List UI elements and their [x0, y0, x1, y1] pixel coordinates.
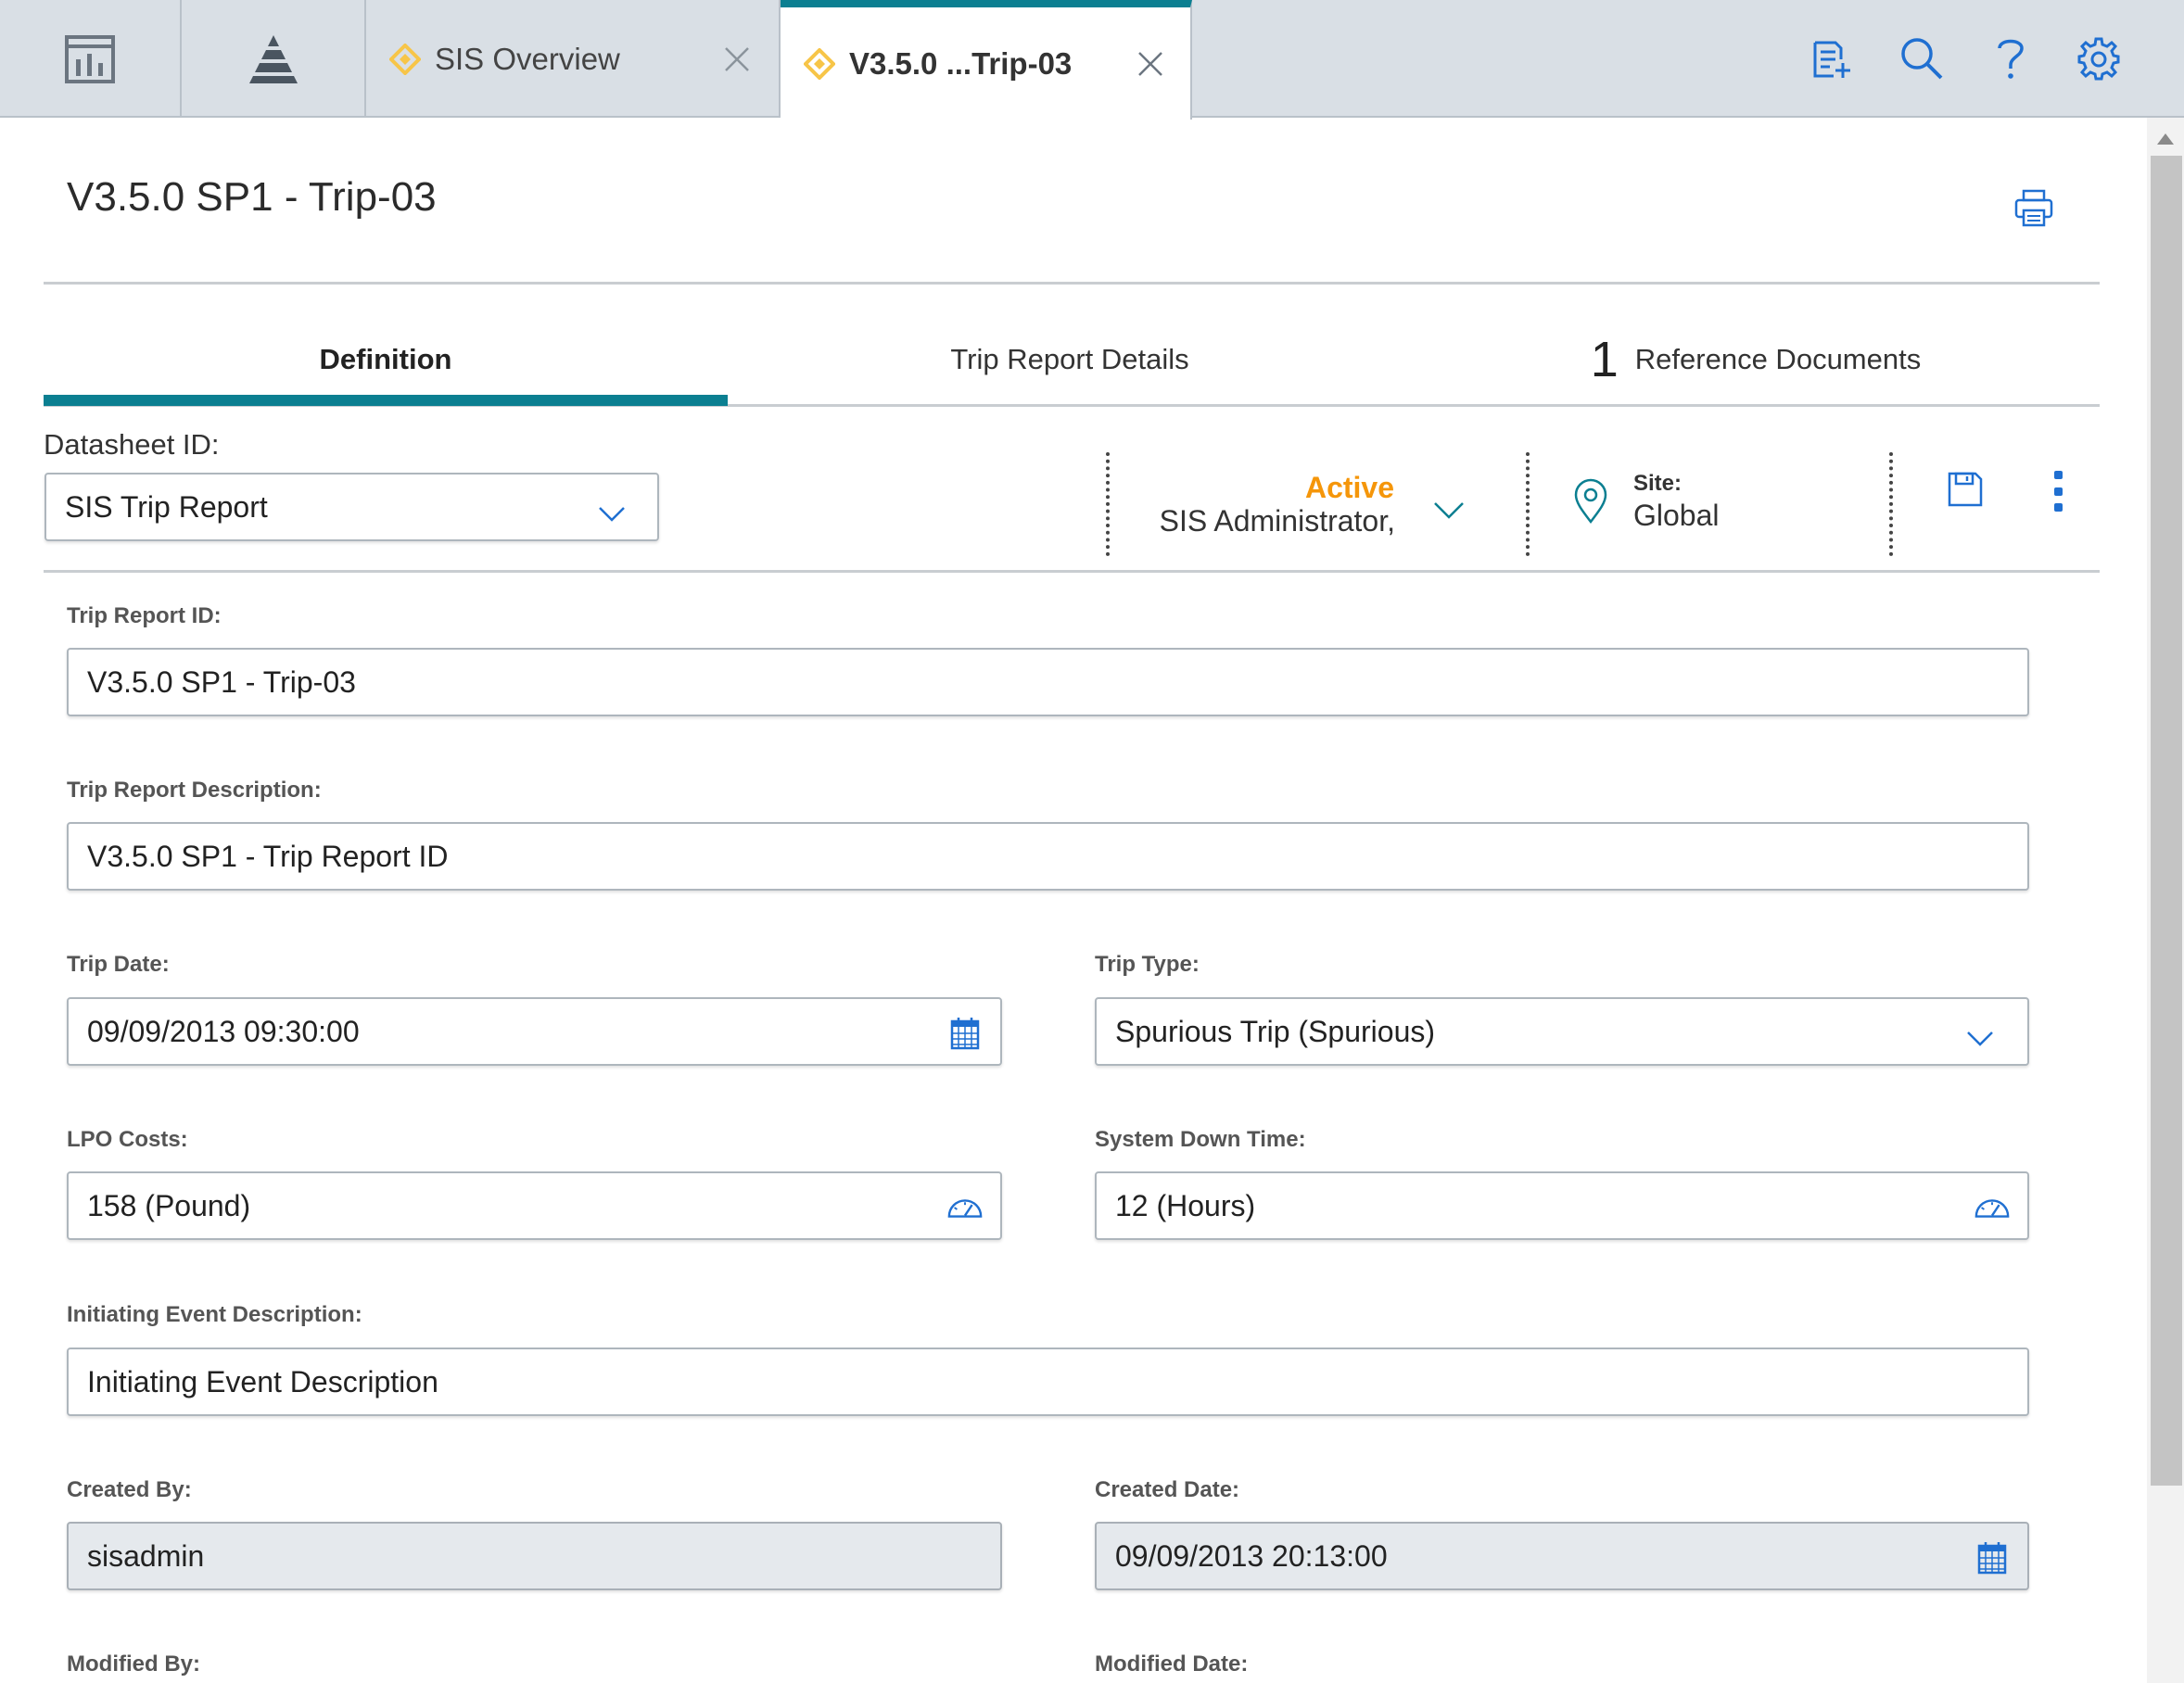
- calendar-icon: [1974, 1540, 2011, 1575]
- trip-report-id-field[interactable]: V3.5.0 SP1 - Trip-03: [67, 648, 2029, 716]
- scrollbar-thumb[interactable]: [2151, 156, 2182, 1486]
- created-by-label: Created By:: [67, 1477, 192, 1502]
- search-icon[interactable]: [1897, 33, 1947, 83]
- lpo-costs-field[interactable]: 158 (Pound): [67, 1171, 1002, 1240]
- more-options-icon[interactable]: [2051, 471, 2065, 512]
- pyramid-icon: [248, 34, 298, 83]
- save-icon[interactable]: [1947, 471, 1984, 512]
- created-date-value: 09/09/2013 20:13:00: [1115, 1538, 1388, 1573]
- close-icon[interactable]: [721, 44, 753, 75]
- initiating-event-description-field[interactable]: Initiating Event Description: [67, 1348, 2029, 1416]
- scroll-up-arrow-icon[interactable]: [2152, 130, 2178, 148]
- tab-label: V3.5.0 ...Trip-03: [849, 45, 1073, 81]
- state-user: SIS Administrator,: [1159, 504, 1395, 538]
- settings-icon[interactable]: [2074, 33, 2124, 83]
- modified-by-label: Modified By:: [67, 1651, 200, 1677]
- system-down-time-field[interactable]: 12 (Hours): [1095, 1171, 2029, 1240]
- gauge-icon[interactable]: [946, 1190, 984, 1225]
- state-status: Active: [1304, 471, 1394, 504]
- diamond-icon: [388, 43, 422, 76]
- trip-report-description-label: Trip Report Description:: [67, 778, 322, 803]
- trip-type-select[interactable]: Spurious Trip (Spurious): [1095, 997, 2029, 1066]
- pyramid-button[interactable]: [182, 0, 366, 118]
- trip-report-description-field[interactable]: V3.5.0 SP1 - Trip Report ID: [67, 822, 2029, 891]
- help-icon[interactable]: [1986, 33, 2036, 83]
- trip-type-value: Spurious Trip (Spurious): [1115, 1014, 1436, 1048]
- chevron-down-icon: [598, 497, 626, 531]
- system-down-time-label: System Down Time:: [1095, 1127, 1306, 1152]
- calendar-icon[interactable]: [946, 1016, 984, 1051]
- page-title: V3.5.0 SP1 - Trip-03: [67, 174, 437, 220]
- modified-date-label: Modified Date:: [1095, 1651, 1249, 1677]
- tab-reference-documents[interactable]: 1 Reference Documents: [1412, 315, 2100, 404]
- trip-date-field[interactable]: 09/09/2013 09:30:00: [67, 997, 1002, 1066]
- tab-sis-overview[interactable]: SIS Overview: [366, 0, 781, 118]
- tab-definition[interactable]: Definition: [44, 315, 728, 404]
- lpo-costs-label: LPO Costs:: [67, 1127, 188, 1152]
- system-down-time-value: 12 (Hours): [1115, 1188, 1256, 1222]
- divider: [1889, 452, 1893, 556]
- top-tab-bar: SIS Overview V3.5.0 ...Trip-03: [0, 0, 2184, 120]
- tab-trip-03[interactable]: V3.5.0 ...Trip-03: [781, 0, 1192, 120]
- print-icon[interactable]: [2013, 188, 2054, 229]
- row-divider: [44, 570, 2100, 573]
- new-record-icon[interactable]: [1806, 33, 1856, 83]
- tab-trip-report-details[interactable]: Trip Report Details: [728, 315, 1412, 404]
- lpo-costs-value: 158 (Pound): [87, 1188, 251, 1222]
- dashboard-button[interactable]: [0, 0, 182, 118]
- reference-count: 1: [1590, 332, 1619, 387]
- trip-report-id-label: Trip Report ID:: [67, 603, 222, 628]
- datasheet-id-select[interactable]: SIS Trip Report: [44, 473, 659, 541]
- datasheet-id-value: SIS Trip Report: [65, 489, 268, 524]
- active-tab-indicator: [44, 395, 728, 406]
- datasheet-id-label: Datasheet ID:: [44, 428, 220, 461]
- state-dropdown-chevron-icon[interactable]: [1433, 500, 1465, 525]
- divider: [1526, 452, 1530, 556]
- trip-type-label: Trip Type:: [1095, 952, 1200, 977]
- trip-date-value: 09/09/2013 09:30:00: [87, 1014, 360, 1048]
- close-icon[interactable]: [1135, 48, 1166, 80]
- gauge-icon[interactable]: [1974, 1190, 2011, 1225]
- tab-label: SIS Overview: [435, 41, 620, 76]
- created-date-label: Created Date:: [1095, 1477, 1240, 1502]
- dashboard-icon: [65, 34, 115, 83]
- site-label: Site:: [1633, 471, 1682, 496]
- tab-label: Reference Documents: [1634, 343, 1922, 375]
- chevron-down-icon: [1966, 1021, 1994, 1056]
- site-value[interactable]: Global: [1633, 499, 1720, 533]
- diamond-icon: [803, 47, 836, 81]
- trip-date-label: Trip Date:: [67, 952, 170, 977]
- created-by-field: sisadmin: [67, 1522, 1002, 1590]
- location-pin-icon: [1572, 478, 1609, 529]
- header-divider: [44, 282, 2100, 285]
- initiating-event-description-label: Initiating Event Description:: [67, 1302, 362, 1327]
- created-date-field: 09/09/2013 20:13:00: [1095, 1522, 2029, 1590]
